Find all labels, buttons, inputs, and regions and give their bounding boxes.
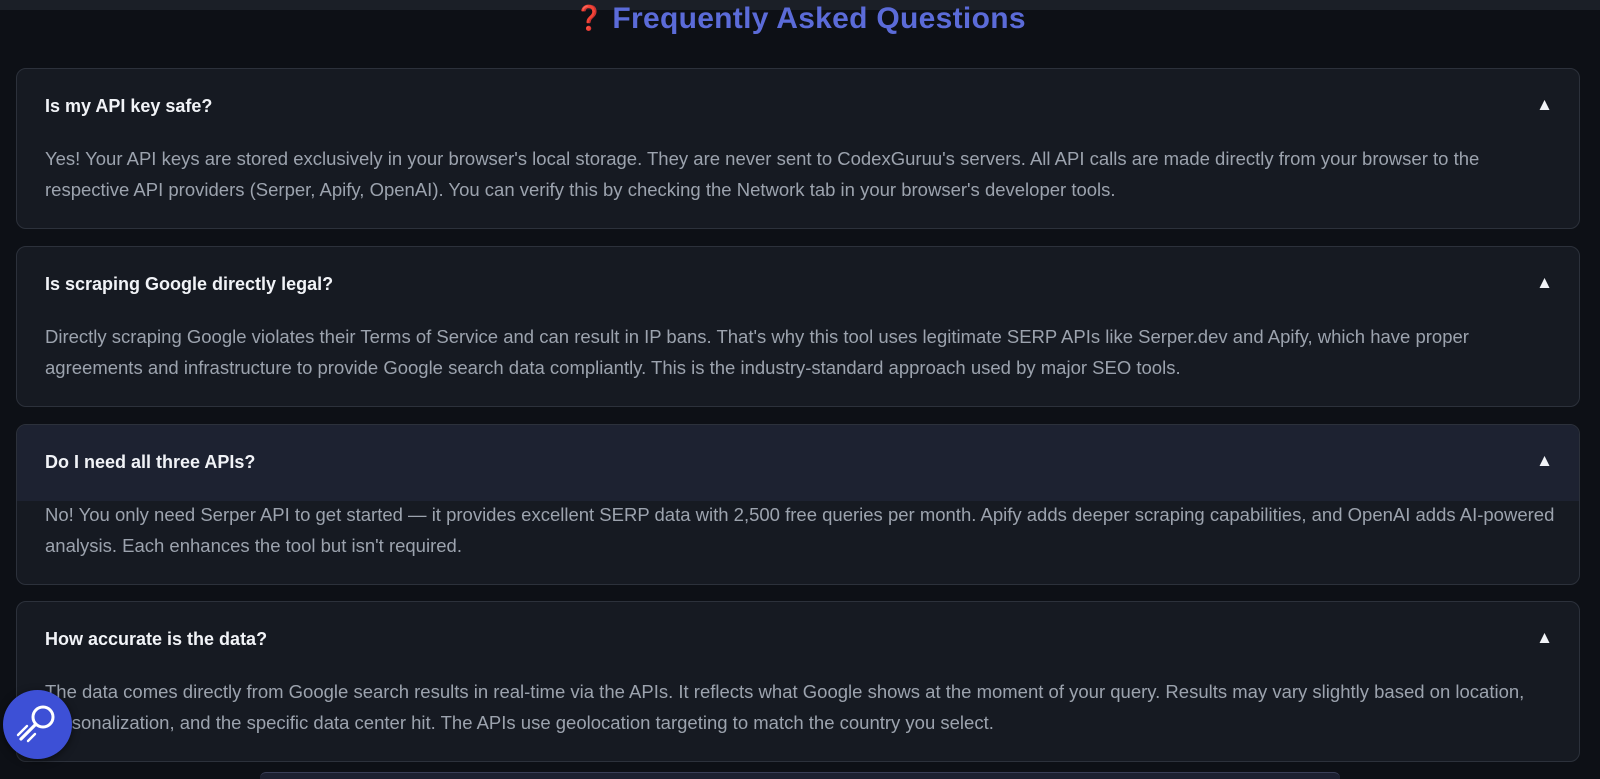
faq-page: ❓ Frequently Asked Questions Is my API ke…: [0, 0, 1600, 779]
collapse-arrow-icon[interactable]: ▲: [1536, 451, 1553, 471]
faq-question-toggle[interactable]: Is scraping Google directly legal? ▲: [17, 247, 1579, 323]
faq-title-text: Frequently Asked Questions: [612, 2, 1026, 35]
faq-question: Do I need all three APIs?: [45, 452, 256, 472]
faq-item-three-apis: Do I need all three APIs? ▲ No! You only…: [16, 424, 1580, 585]
faq-question-toggle[interactable]: Do I need all three APIs? ▲: [17, 425, 1579, 501]
faq-question-toggle[interactable]: How accurate is the data? ▲: [17, 602, 1579, 678]
faq-answer: Directly scraping Google violates their …: [45, 326, 1469, 378]
faq-answer: Yes! Your API keys are stored exclusivel…: [45, 148, 1480, 200]
faq-heading: ❓ Frequently Asked Questions: [0, 2, 1600, 36]
faq-question: Is scraping Google directly legal?: [45, 274, 334, 294]
faq-question: How accurate is the data?: [45, 629, 268, 649]
faq-question: Is my API key safe?: [45, 96, 213, 116]
magic-wand-icon: [16, 705, 55, 743]
magic-wand-fab-button[interactable]: [3, 690, 72, 759]
faq-item-scraping-legal: Is scraping Google directly legal? ▲ Dir…: [16, 246, 1580, 407]
faq-question-toggle[interactable]: Is my API key safe? ▲: [17, 69, 1579, 145]
faq-answer: No! You only need Serper API to get star…: [45, 504, 1555, 556]
faq-answer: The data comes directly from Google sear…: [45, 681, 1525, 733]
collapse-arrow-icon[interactable]: ▲: [1536, 628, 1553, 648]
collapse-arrow-icon[interactable]: ▲: [1536, 95, 1553, 115]
faq-item-data-accuracy: How accurate is the data? ▲ The data com…: [16, 601, 1580, 762]
collapse-arrow-icon[interactable]: ▲: [1536, 273, 1553, 293]
question-mark-icon: ❓: [574, 5, 605, 32]
faq-item-api-key-safe: Is my API key safe? ▲ Yes! Your API keys…: [16, 68, 1580, 229]
